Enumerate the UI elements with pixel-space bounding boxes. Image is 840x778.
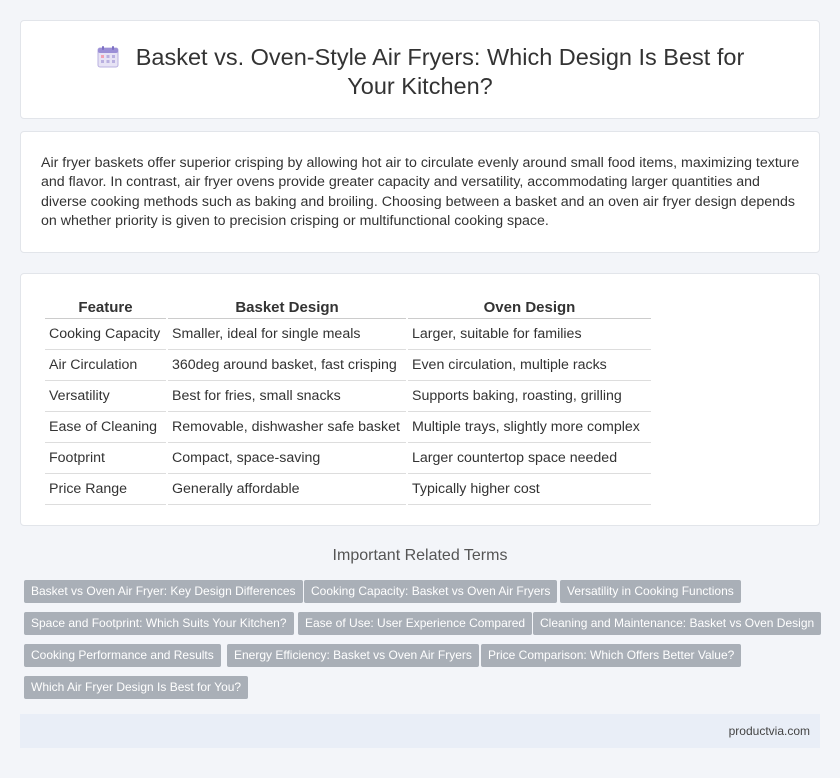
related-terms-heading: Important Related Terms — [332, 547, 508, 564]
related-term-tag[interactable]: Cleaning and Maintenance: Basket vs Oven… — [533, 612, 822, 635]
table-cell: Compact, space-saving — [168, 443, 406, 474]
table-cell: Price Range — [45, 474, 166, 505]
table-cell: Footprint — [45, 443, 166, 474]
footer-site-name: productvia.com — [728, 724, 810, 738]
footer-bar: productvia.com — [20, 714, 820, 748]
table-cell: Cooking Capacity — [45, 319, 166, 350]
table-row: Versatility Best for fries, small snacks… — [45, 381, 651, 412]
page-title-wrap: Basket vs. Oven-Style Air Fryers: Which … — [21, 43, 819, 101]
column-header-feature: Feature — [45, 296, 166, 319]
column-header-basket: Basket Design — [168, 296, 406, 319]
table-cell: Ease of Cleaning — [45, 412, 166, 443]
table-cell: Air Circulation — [45, 350, 166, 381]
table-cell: Generally affordable — [168, 474, 406, 505]
intro-paragraph: Air fryer baskets offer superior crispin… — [41, 155, 800, 230]
table-cell: Best for fries, small snacks — [168, 381, 406, 412]
table-cell: Even circulation, multiple racks — [408, 350, 651, 381]
related-term-tag[interactable]: Versatility in Cooking Functions — [560, 580, 741, 603]
table-row: Footprint Compact, space-saving Larger c… — [45, 443, 651, 474]
table-cell: Typically higher cost — [408, 474, 651, 505]
table-cell: Supports baking, roasting, grilling — [408, 381, 651, 412]
related-term-tag[interactable]: Cooking Capacity: Basket vs Oven Air Fry… — [304, 580, 558, 603]
table-cell: Larger, suitable for families — [408, 319, 651, 350]
table-cell: 360deg around basket, fast crisping — [168, 350, 406, 381]
page-title: Basket vs. Oven-Style Air Fryers: Which … — [135, 44, 745, 99]
table-header-row: Feature Basket Design Oven Design — [45, 296, 651, 319]
comparison-card: Feature Basket Design Oven Design Cookin… — [20, 273, 820, 526]
related-term-tag[interactable]: Which Air Fryer Design Is Best for You? — [24, 676, 249, 699]
related-term-tag[interactable]: Energy Efficiency: Basket vs Oven Air Fr… — [227, 644, 479, 667]
table-row: Price Range Generally affordable Typical… — [45, 474, 651, 505]
table-cell: Smaller, ideal for single meals — [168, 319, 406, 350]
table-cell: Multiple trays, slightly more complex — [408, 412, 651, 443]
table-row: Cooking Capacity Smaller, ideal for sing… — [45, 319, 651, 350]
table-row: Air Circulation 360deg around basket, fa… — [45, 350, 651, 381]
column-header-oven: Oven Design — [408, 296, 651, 319]
related-term-tag[interactable]: Basket vs Oven Air Fryer: Key Design Dif… — [24, 580, 303, 603]
comparison-table: Feature Basket Design Oven Design Cookin… — [43, 296, 653, 505]
table-cell: Larger countertop space needed — [408, 443, 651, 474]
intro-card: Air fryer baskets offer superior crispin… — [20, 131, 820, 253]
table-cell: Versatility — [45, 381, 166, 412]
related-term-tag[interactable]: Cooking Performance and Results — [24, 644, 221, 667]
related-term-tag[interactable]: Price Comparison: Which Offers Better Va… — [481, 644, 742, 667]
title-card: Basket vs. Oven-Style Air Fryers: Which … — [20, 20, 820, 119]
related-term-tag[interactable]: Space and Footprint: Which Suits Your Ki… — [24, 612, 294, 635]
table-cell: Removable, dishwasher safe basket — [168, 412, 406, 443]
related-term-tag[interactable]: Ease of Use: User Experience Compared — [298, 612, 533, 635]
table-row: Ease of Cleaning Removable, dishwasher s… — [45, 412, 651, 443]
calendar-icon — [97, 46, 119, 68]
